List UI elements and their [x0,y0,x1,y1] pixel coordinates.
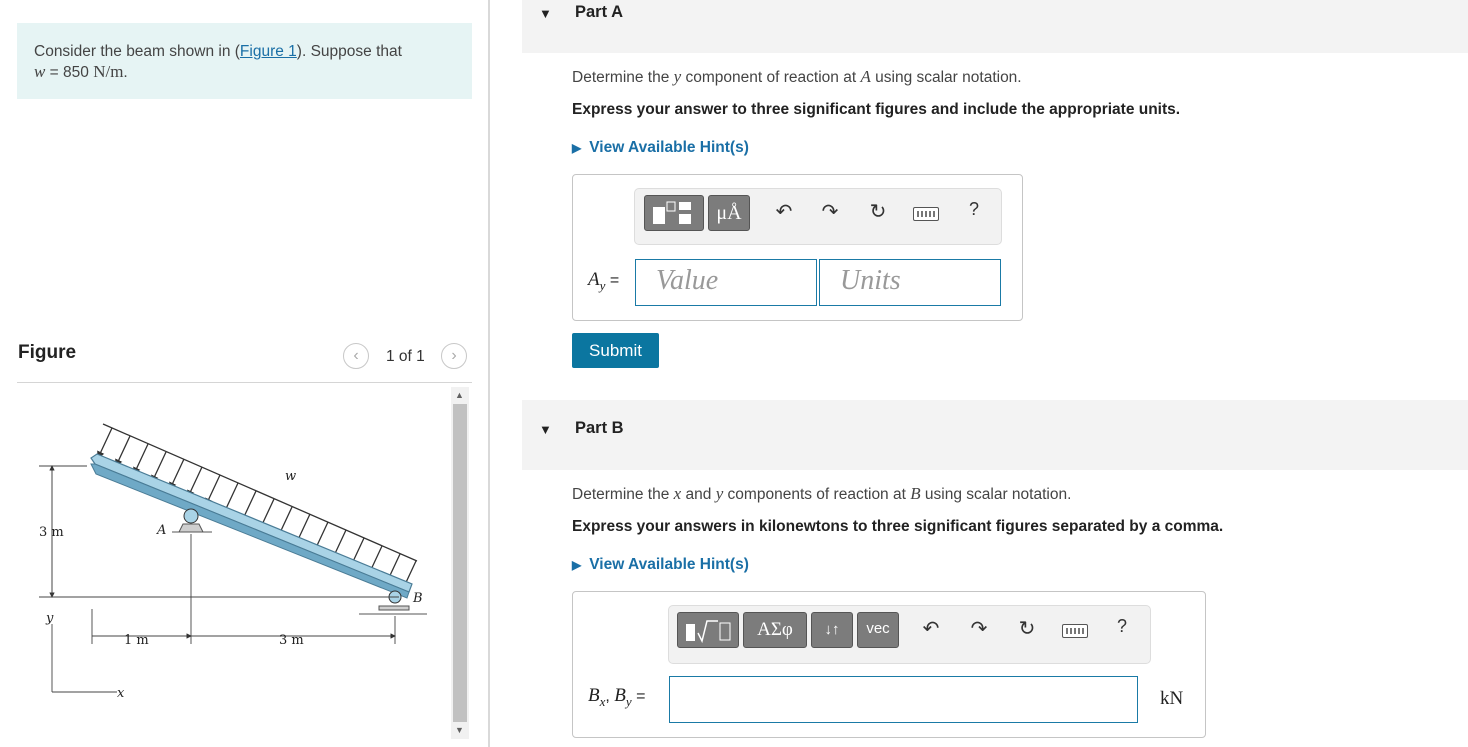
ay-eq: = [605,272,620,289]
arrows-button[interactable]: ↓↑ [811,612,853,648]
part-a-header[interactable]: ▼ Part A [522,0,1468,53]
left-pane: Consider the beam shown in (Figure 1). S… [0,0,488,747]
unit-label: kN [1160,688,1184,709]
part-b-header[interactable]: ▼ Part B [522,400,1468,470]
bx-by-input[interactable] [669,676,1138,723]
height-label: 3 m [39,525,64,540]
scroll-up-icon[interactable]: ▲ [455,390,464,400]
bxby-eq: = [631,688,646,705]
part-a-answer-box: μÅ ↶ ↷ ↻ ? Ay = Value Units [572,174,1023,321]
templates-icon[interactable] [644,195,704,231]
submit-button[interactable]: Submit [572,333,659,368]
beam-diagram: w A B 3 m 1 m 3 m y x [39,423,427,701]
units-button[interactable]: μÅ [708,195,750,231]
question-text-post: using scalar notation. [870,69,1022,86]
reset-icon[interactable]: ↻ [1015,616,1039,641]
part-b-hint-link[interactable]: ▶ View Available Hint(s) [572,556,749,574]
bx-by-label: Bx, By = [588,685,645,710]
expand-triangle-icon: ▶ [572,141,582,155]
beam-figure: w A B 3 m 1 m 3 m y x [17,384,454,740]
w-unit: N/m [93,62,124,81]
problem-statement: Consider the beam shown in (Figure 1). S… [17,23,472,99]
span-1-label: 1 m [124,633,149,648]
undo-icon[interactable]: ↶ [919,616,943,641]
chevron-right-icon[interactable]: › [441,343,467,369]
vec-button[interactable]: vec [857,612,899,648]
help-icon[interactable]: ? [962,199,986,220]
part-b-toolbar: ΑΣφ ↓↑ vec ↶ ↷ ↻ ? [668,605,1151,664]
figure-header: Figure ‹ 1 of 1 › [17,338,472,383]
axis-y-label: y [45,611,54,626]
question-text: Determine the [572,486,674,503]
figure-link[interactable]: Figure 1 [240,43,297,60]
scroll-down-icon[interactable]: ▼ [455,725,464,735]
beam [90,453,413,593]
w-value: = 850 [45,64,94,81]
sqrt-template-icon[interactable] [677,612,739,648]
w-symbol: w [34,62,46,81]
pane-divider[interactable] [488,0,490,747]
value-input[interactable]: Value [635,259,817,306]
question-and: and [681,486,716,503]
point-a: A [860,67,871,86]
question-text: Determine the [572,69,674,86]
part-a-instruction: Express your answer to three significant… [572,101,1181,118]
ay-letter: A [588,269,600,290]
collapse-triangle-icon[interactable]: ▼ [539,422,552,437]
bx-letter: B [588,685,600,706]
hint-label: View Available Hint(s) [589,139,749,156]
keyboard-icon[interactable] [1062,624,1088,638]
point-b: B [910,484,921,503]
part-a-title: Part A [575,3,623,21]
problem-text-after: ). Suppose that [296,43,402,60]
keyboard-icon[interactable] [913,207,939,221]
w-period: . [123,64,128,81]
by-letter: B [614,685,626,706]
help-icon[interactable]: ? [1110,616,1134,637]
bxby-sep: , [605,688,615,705]
greek-button[interactable]: ΑΣφ [743,612,807,648]
load-label: w [285,469,296,484]
part-b-question: Determine the x and y components of reac… [572,484,1071,504]
axis-x-label: x [117,686,125,701]
part-b-instruction: Express your answers in kilonewtons to t… [572,518,1224,535]
figure-title: Figure [18,342,77,363]
undo-icon[interactable]: ↶ [772,199,796,224]
units-input[interactable]: Units [819,259,1001,306]
question-text-mid: component of reaction at [681,69,861,86]
problem-text: Consider the beam shown in ( [34,43,240,60]
part-a-question: Determine the y component of reaction at… [572,67,1022,87]
span-2-label: 3 m [279,633,304,648]
figure-scrollbar[interactable]: ▲ ▼ [451,387,469,739]
chevron-left-icon[interactable]: ‹ [343,343,369,369]
redo-icon[interactable]: ↷ [818,199,842,224]
expand-triangle-icon: ▶ [572,558,582,572]
part-a-hint-link[interactable]: ▶ View Available Hint(s) [572,139,749,157]
figure-pager: 1 of 1 [386,348,425,365]
reset-icon[interactable]: ↻ [866,199,890,224]
part-b-answer-box: ΑΣφ ↓↑ vec ↶ ↷ ↻ ? Bx, By = [572,591,1206,738]
question-text-post: using scalar notation. [920,486,1072,503]
ay-label: Ay = [588,269,619,294]
scroll-thumb[interactable] [453,404,467,722]
question-text-mid: components of reaction at [723,486,911,503]
point-b-label: B [412,591,423,606]
redo-icon[interactable]: ↷ [967,616,991,641]
collapse-triangle-icon[interactable]: ▼ [539,6,552,21]
hint-label: View Available Hint(s) [589,556,749,573]
point-a-label: A [156,523,166,538]
part-a-toolbar: μÅ ↶ ↷ ↻ ? [634,188,1002,245]
part-b-title: Part B [575,419,624,437]
